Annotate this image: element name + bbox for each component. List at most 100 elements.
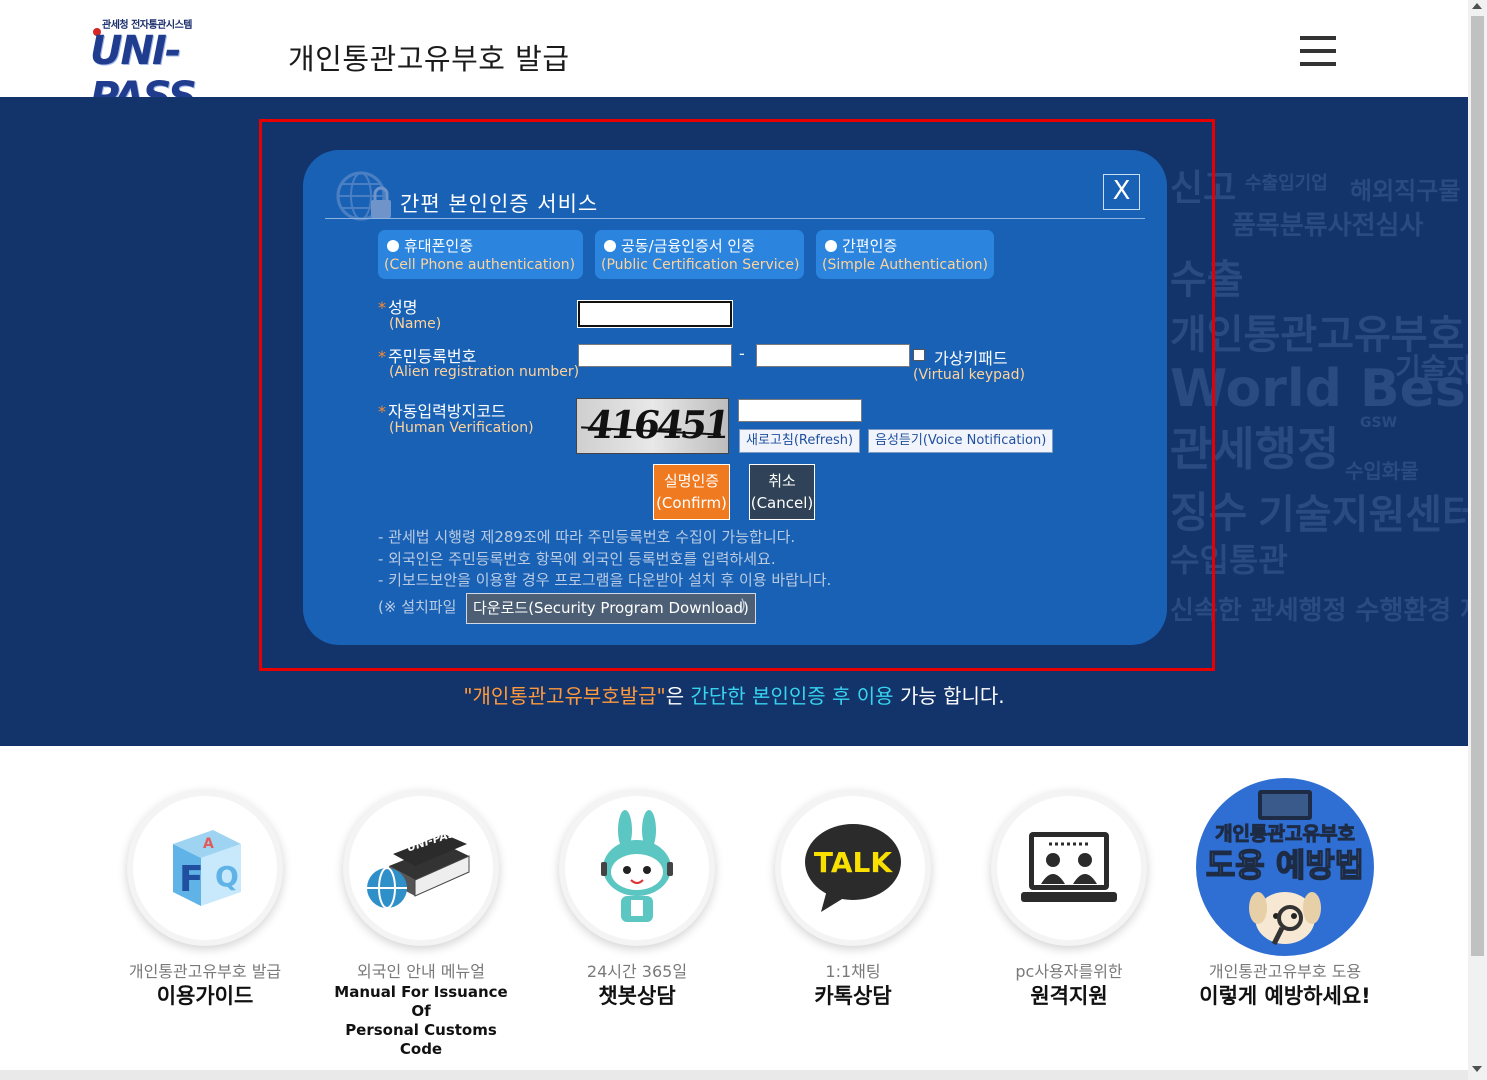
captcha-image: 416451 <box>576 398 729 454</box>
bg-word: 수입화물 <box>1345 459 1419 483</box>
rrn-sublabel: (Alien registration number) <box>389 364 580 380</box>
radio-button[interactable] <box>825 240 837 252</box>
name-label: * 성명 <box>378 298 418 317</box>
caption-emphasis: 간단한 본인인증 후 이용 <box>690 684 894 708</box>
confirm-sublabel: (Confirm) <box>656 494 727 512</box>
bg-word: 품목분류사전심사 <box>1232 211 1424 241</box>
quick-menu-kakaotalk[interactable]: TALK 1:1채팅 카톡상담 <box>758 796 948 1036</box>
quick-menu-small: 24시간 365일 <box>586 962 688 981</box>
vertical-scrollbar[interactable] <box>1468 0 1487 1080</box>
quick-menu-remote-support[interactable]: pc사용자를위한 원격지원 <box>974 796 1164 1036</box>
header: 관세청 전자통관시스템 UNI-PASS 개인통관고유부호 발급 <box>0 0 1468 120</box>
globe-lock-icon <box>335 170 399 222</box>
cancel-button[interactable]: 취소 (Cancel) <box>749 464 815 520</box>
faq-cube-icon: F Q A <box>133 796 277 940</box>
close-button[interactable]: X <box>1103 174 1140 210</box>
caption-text: 가능 합니다. <box>899 684 1005 708</box>
rrn-input-front[interactable] <box>578 344 732 367</box>
rrn-dash: - <box>739 344 745 363</box>
confirm-button[interactable]: 실명인증 (Confirm) <box>653 464 730 520</box>
footer-divider <box>0 1070 1468 1080</box>
notice-line: - 관세법 시행령 제289조에 따라 주민등록번호 수집이 가능합니다. <box>378 528 796 546</box>
captcha-input[interactable] <box>738 399 862 422</box>
quick-menu-chatbot[interactable]: 24시간 365일 챗봇상담 <box>542 796 732 1036</box>
identity-verification-dialog: 간편 본인인증 서비스 X 휴대폰인증 (Cell Phone authenti… <box>303 150 1167 645</box>
dialog-title: 간편 본인인증 서비스 <box>400 192 599 216</box>
name-sublabel: (Name) <box>389 316 442 332</box>
kakaotalk-icon: TALK <box>781 796 925 940</box>
quick-menu-title-line: Personal Customs Code <box>345 1021 497 1058</box>
download-suffix: ) <box>740 596 746 614</box>
bg-word: 수출입기업 <box>1245 173 1328 194</box>
caption-quote: " <box>656 684 666 708</box>
quick-menu-small: 1:1채팅 <box>825 962 881 981</box>
bg-word: 기술지원센터 <box>1258 492 1468 538</box>
quick-menu-small: 개인통관고유부호 발급 <box>128 962 282 981</box>
quick-menu-title: 이렇게 예방하세요! <box>1199 984 1371 1008</box>
service-caption: "개인통관고유부호발급"은 간단한 본인인증 후 이용 가능 합니다. <box>0 680 1468 709</box>
cancel-label: 취소 <box>768 472 796 490</box>
auth-option-simple[interactable]: 간편인증 (Simple Authentication) <box>816 230 994 279</box>
quick-menu-title: 카톡상담 <box>814 984 892 1008</box>
scroll-thumb[interactable] <box>1471 16 1484 956</box>
auth-option-label: 공동/금융인증서 인증 <box>621 237 756 255</box>
notice-line: - 외국인은 주민등록번호 항목에 외국인 등록번호를 입력하세요. <box>378 550 776 568</box>
refresh-button[interactable]: 새로고침(Refresh) <box>739 429 861 453</box>
scroll-up-arrow-icon[interactable] <box>1472 3 1482 9</box>
scroll-down-arrow-icon[interactable] <box>1472 1066 1482 1072</box>
captcha-label-text: 자동입력방지코드 <box>388 402 506 421</box>
auth-option-label: 간편인증 <box>842 237 898 255</box>
quick-menu-title-line: Manual For Issuance Of <box>334 983 508 1020</box>
notice-line: - 키보드보안을 이용할 경우 프로그램을 다운받아 설치 후 이용 바랍니다. <box>378 571 832 589</box>
badge-line-2: 도용 예방법 <box>1206 846 1364 884</box>
auth-option-label: 휴대폰인증 <box>404 237 474 255</box>
auth-option-sublabel: (Cell Phone authentication) <box>384 257 576 273</box>
quick-menu-small: 외국인 안내 메뉴얼 <box>357 962 485 981</box>
quick-menu-misuse-prevention[interactable]: 개인통관고유부호 도용 예방법 개인통관고유부호 도용 이렇게 예방하세요! <box>1190 778 1380 1018</box>
auth-option-sublabel: (Public Certification Service) <box>601 257 800 273</box>
captcha-sublabel: (Human Verification) <box>389 420 534 436</box>
quick-menu-foreigner-manual[interactable]: UNI-PASS 외국인 안내 메뉴얼 Manual For Issuance … <box>326 796 516 1058</box>
name-label-text: 성명 <box>388 298 418 317</box>
confirm-label: 실명인증 <box>663 472 720 490</box>
svg-text:A: A <box>203 836 214 852</box>
auth-option-certificate[interactable]: 공동/금융인증서 인증 (Public Certification Servic… <box>595 230 804 279</box>
manual-book-icon: UNI-PASS <box>349 796 493 940</box>
badge-line-1: 개인통관고유부호 <box>1215 823 1355 845</box>
download-prefix: (※ 설치파일 <box>378 598 457 616</box>
divider <box>325 218 1145 219</box>
bg-word: GSW <box>1360 415 1398 431</box>
virtual-keypad-checkbox[interactable] <box>913 349 925 361</box>
svg-text:Q: Q <box>215 860 239 893</box>
auth-option-sublabel: (Simple Authentication) <box>822 257 988 273</box>
caption-highlight: 개인통관고유부호발급 <box>472 684 657 708</box>
auth-option-cellphone[interactable]: 휴대폰인증 (Cell Phone authentication) <box>378 230 583 279</box>
virtual-keypad-sublabel: (Virtual keypad) <box>913 367 1025 383</box>
quick-menu-title: Manual For Issuance Of Personal Customs … <box>326 983 516 1059</box>
quick-menu-small: pc사용자를위한 <box>1015 962 1123 981</box>
hamburger-menu-icon[interactable] <box>1300 36 1336 70</box>
rrn-input-back[interactable] <box>756 344 910 367</box>
virtual-keypad-label: 가상키패드 <box>934 349 1008 368</box>
radio-button[interactable] <box>387 240 399 252</box>
misuse-prevention-icon: 개인통관고유부호 도용 예방법 <box>1196 778 1374 956</box>
unipass-logo[interactable]: 관세청 전자통관시스템 UNI-PASS <box>90 16 280 120</box>
security-program-download-button[interactable]: 다운로드(Security Program Download) <box>466 593 756 624</box>
svg-text:F: F <box>179 859 204 900</box>
page-title: 개인통관고유부호 발급 <box>288 42 570 76</box>
quick-menu-title: 챗봇상담 <box>598 984 676 1008</box>
chatbot-rabbit-icon <box>565 796 709 940</box>
name-input[interactable] <box>577 300 733 328</box>
page: 관세청 전자통관시스템 UNI-PASS 개인통관고유부호 발급 신고 수출입기… <box>0 0 1487 1080</box>
quick-menu-usage-guide[interactable]: F Q A 개인통관고유부호 발급 이용가이드 <box>110 796 300 1036</box>
quick-menu-small: 개인통관고유부호 도용 <box>1208 962 1362 981</box>
radio-button[interactable] <box>604 240 616 252</box>
captcha-label: * 자동입력방지코드 <box>378 402 506 421</box>
quick-menu-title: 원격지원 <box>1030 984 1108 1008</box>
voice-notification-button[interactable]: 음성듣기(Voice Notification) <box>868 429 1054 453</box>
svg-text:TALK: TALK <box>814 846 893 879</box>
remote-support-icon <box>997 796 1141 940</box>
cancel-sublabel: (Cancel) <box>750 494 814 512</box>
captcha-text: 416451 <box>583 402 729 447</box>
caption-quote: " <box>463 684 473 708</box>
